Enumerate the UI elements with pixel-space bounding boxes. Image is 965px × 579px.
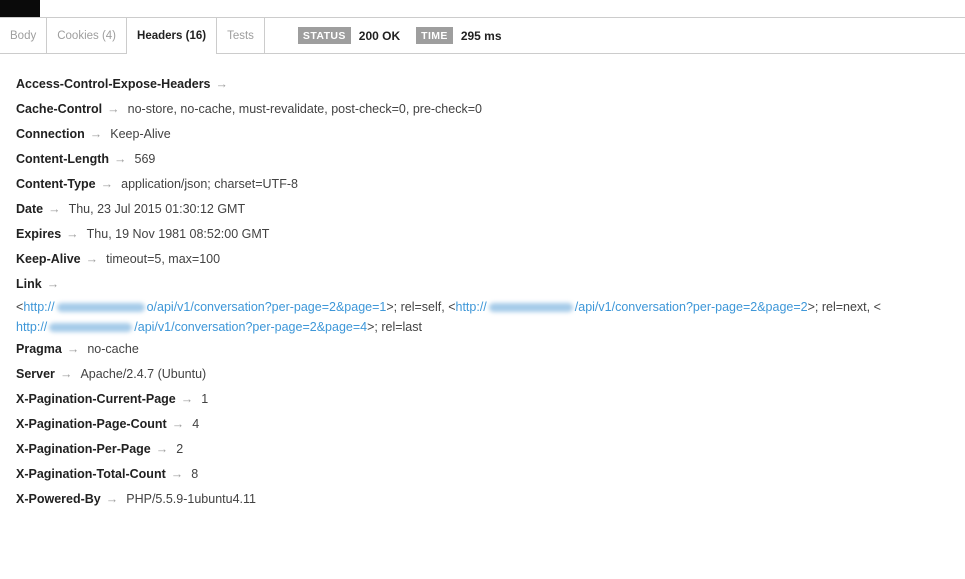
header-row: Server → Apache/2.4.7 (Ubuntu)	[16, 362, 949, 387]
tab-label: Body	[10, 29, 37, 42]
response-headers-pane: Access-Control-Expose-Headers → Cache-Cont…	[0, 54, 965, 512]
header-row: Keep-Alive → timeout=5, max=100	[16, 247, 949, 272]
arrow-icon: →	[114, 152, 127, 166]
link-header-value-line: <http://o/api/v1/conversation?per-page=2…	[16, 297, 949, 317]
header-name: X-Powered-By	[16, 492, 101, 506]
tabs-group: Body Cookies (4) Headers (16) Tests	[0, 18, 265, 54]
header-value: PHP/5.5.9-1ubuntu4.11	[126, 492, 256, 506]
header-row: X-Pagination-Per-Page → 2	[16, 437, 949, 462]
response-time-value: 295 ms	[460, 28, 502, 43]
header-row: Connection → Keep-Alive	[16, 122, 949, 147]
header-row: X-Pagination-Total-Count → 8	[16, 462, 949, 487]
header-name: X-Pagination-Per-Page	[16, 442, 151, 456]
response-tab-bar: Body Cookies (4) Headers (16) Tests STATUS …	[0, 17, 965, 54]
header-name: Access-Control-Expose-Headers	[16, 77, 211, 91]
arrow-icon: →	[170, 467, 184, 481]
header-value: Thu, 19 Nov 1981 08:52:00 GMT	[86, 227, 270, 241]
header-name: Content-Type	[16, 177, 96, 191]
header-value: 4	[192, 417, 200, 431]
header-row: Link →	[16, 272, 949, 297]
header-name: Date	[16, 202, 44, 216]
header-row: Expires → Thu, 19 Nov 1981 08:52:00 GMT	[16, 222, 949, 247]
tab-body[interactable]: Body	[0, 18, 48, 53]
arrow-icon: →	[89, 127, 103, 141]
header-value: 2	[176, 442, 184, 456]
arrow-icon: →	[107, 102, 120, 116]
header-row: X-Powered-By → PHP/5.5.9-1ubuntu4.11	[16, 487, 949, 512]
header-name: X-Pagination-Total-Count	[16, 467, 166, 481]
header-value: application/json; charset=UTF-8	[121, 177, 298, 191]
arrow-icon: →	[46, 277, 60, 291]
tab-headers-16[interactable]: Headers (16)	[127, 18, 218, 54]
header-value: 1	[201, 392, 209, 406]
header-row: Pragma → no-cache	[16, 337, 949, 362]
arrow-icon: →	[59, 367, 73, 381]
header-name: Pragma	[16, 342, 62, 356]
arrow-icon: →	[155, 442, 169, 456]
header-value: 8	[191, 467, 199, 481]
time-badge: TIME	[416, 27, 453, 44]
header-name: Cache-Control	[16, 102, 103, 116]
link-url-text[interactable]: http://	[23, 300, 54, 314]
header-row: Date → Thu, 23 Jul 2015 01:30:12 GMT	[16, 197, 949, 222]
header-row: X-Pagination-Current-Page → 1	[16, 387, 949, 412]
header-value: Thu, 23 Jul 2015 01:30:12 GMT	[68, 202, 246, 216]
arrow-icon: →	[66, 227, 79, 241]
header-row: Content-Length → 569	[16, 147, 949, 172]
header-value: Apache/2.4.7 (Ubuntu)	[80, 367, 207, 381]
header-name: Expires	[16, 227, 62, 241]
status-badge: STATUS	[297, 27, 351, 44]
header-name: X-Pagination-Current-Page	[16, 392, 176, 406]
header-value: 569	[134, 152, 156, 166]
header-row: Access-Control-Expose-Headers →	[16, 72, 949, 97]
header-row: X-Pagination-Page-Count → 4	[16, 412, 949, 437]
link-url-text[interactable]: o/api/v1/conversation?per-page=2&page=1	[147, 300, 387, 314]
arrow-icon: →	[48, 202, 61, 216]
arrow-icon: →	[180, 392, 194, 406]
link-plain-text: >; rel=next, <	[807, 300, 881, 314]
arrow-icon: →	[105, 492, 119, 506]
header-value: timeout=5, max=100	[106, 252, 221, 266]
tab-label: Cookies (4)	[57, 29, 117, 42]
redacted-host-blur	[49, 323, 133, 332]
link-plain-text: >; rel=last	[367, 320, 422, 334]
header-name: X-Pagination-Page-Count	[16, 417, 167, 431]
titlebar-fragment	[0, 0, 40, 17]
link-url-text[interactable]: http://	[456, 300, 487, 314]
link-url-text[interactable]: http://	[16, 320, 47, 334]
response-status-area: STATUS 200 OK TIME 295 ms	[297, 18, 502, 53]
status-code-value: 200 OK	[358, 28, 401, 43]
top-strip	[0, 0, 965, 17]
link-url-text[interactable]: /api/v1/conversation?per-page=2&page=4	[134, 320, 367, 334]
header-name: Connection	[16, 127, 85, 141]
arrow-icon: →	[85, 252, 99, 266]
tab-label: Tests	[227, 29, 254, 42]
link-plain-text: >; rel=self, <	[386, 300, 456, 314]
header-row: Content-Type → application/json; charset=U…	[16, 172, 949, 197]
redacted-host-blur	[56, 303, 145, 312]
header-row: Cache-Control → no-store, no-cache, must-r…	[16, 97, 949, 122]
redacted-host-blur	[488, 303, 573, 312]
header-value: Keep-Alive	[110, 127, 171, 141]
header-value: no-store, no-cache, must-revalidate, pos…	[127, 102, 482, 116]
arrow-icon: →	[100, 177, 114, 191]
header-name: Link	[16, 277, 42, 291]
link-url-text[interactable]: /api/v1/conversation?per-page=2&page=2	[575, 300, 808, 314]
tab-tests[interactable]: Tests	[217, 18, 265, 53]
tab-cookies-4[interactable]: Cookies (4)	[47, 18, 128, 53]
header-name: Server	[16, 367, 55, 381]
arrow-icon: →	[66, 342, 80, 356]
header-name: Content-Length	[16, 152, 110, 166]
header-name: Keep-Alive	[16, 252, 81, 266]
tab-label: Headers (16)	[137, 29, 207, 42]
arrow-icon: →	[171, 417, 185, 431]
arrow-icon: →	[215, 77, 229, 91]
header-value: no-cache	[87, 342, 139, 356]
link-header-value-line: http:// /api/v1/conversation?per-page=2&p…	[16, 317, 949, 337]
